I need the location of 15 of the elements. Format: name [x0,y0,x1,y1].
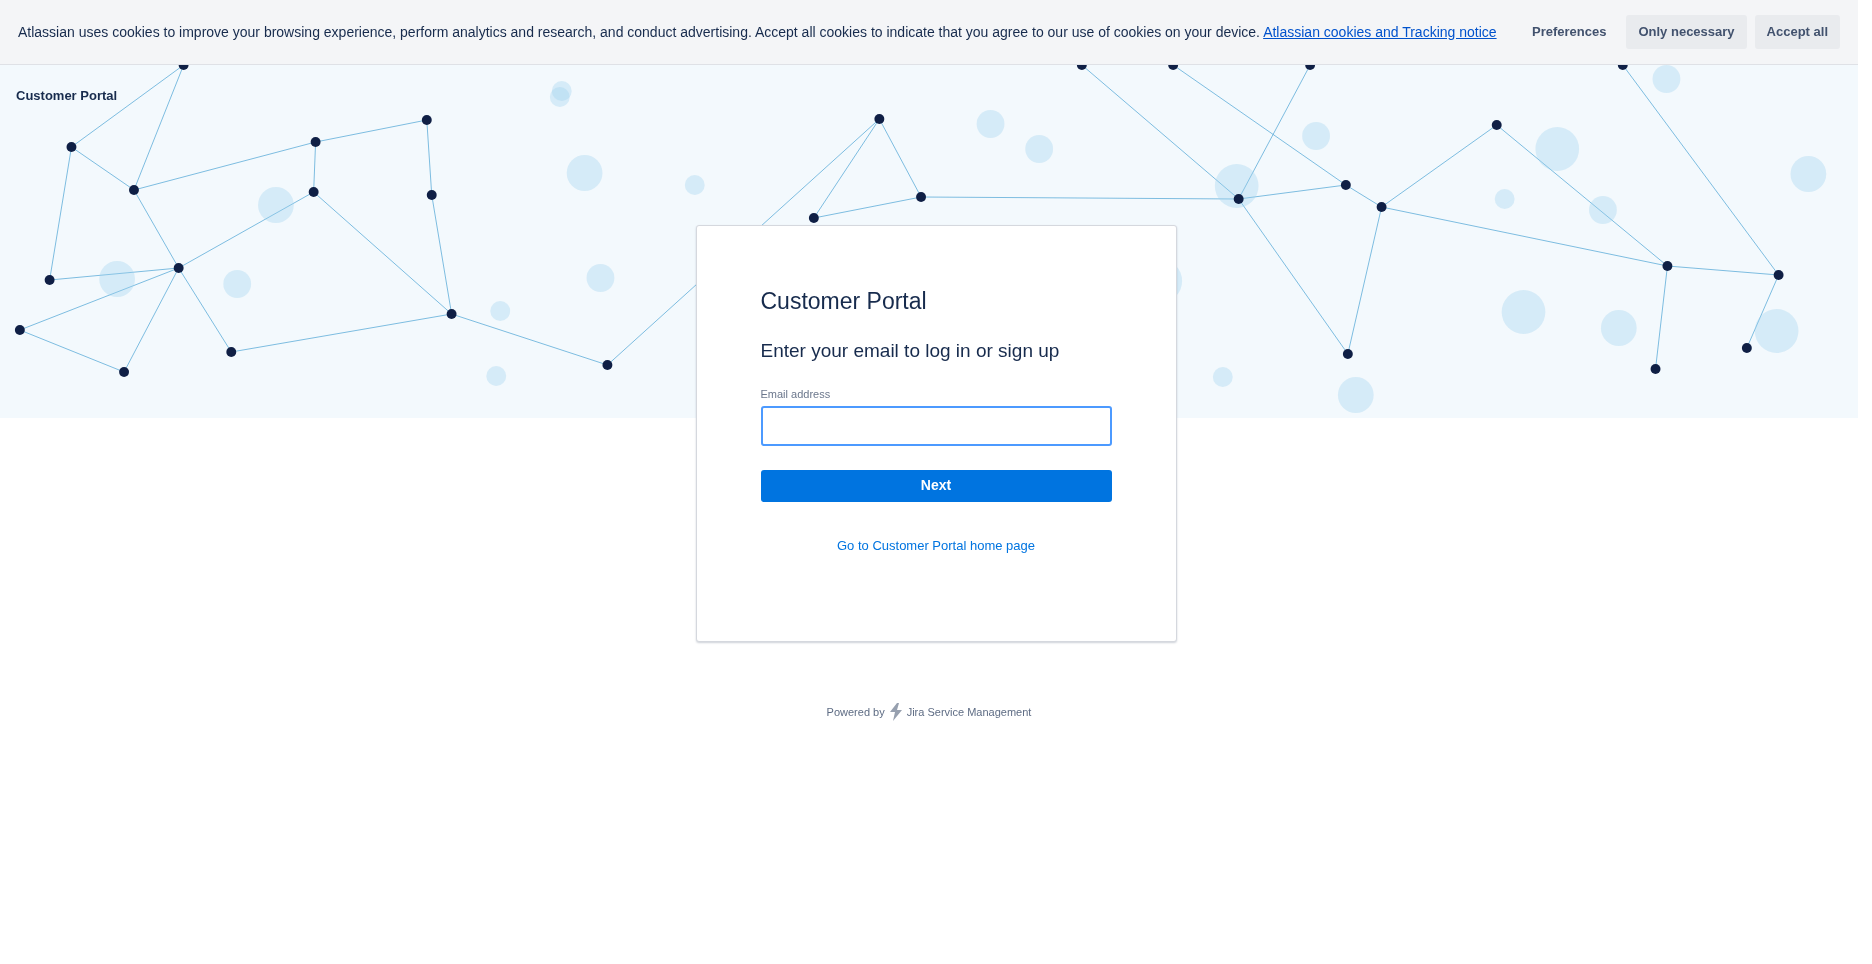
cookie-notice-link[interactable]: Atlassian cookies and Tracking notice [1263,23,1497,40]
portal-title[interactable]: Customer Portal [16,86,118,106]
powered-by-text: Powered by [826,704,885,720]
cookie-message: Atlassian uses cookies to improve your browsing experience, perform analytics and research, and conduct advertising. Accept all cookies to indicate that you agree to our use of cookies on your device. Atlassian cookies and Tracking notice [18,22,1497,42]
lightning-icon [888,703,903,721]
product-name: Jira Service Management [906,704,1032,720]
card-subtitle: Enter your email to log in or sign up [760,339,1061,363]
next-button[interactable]: Next [760,469,1112,502]
email-label: Email address [760,387,832,403]
home-page-link[interactable]: Go to Customer Portal home page [837,535,1035,556]
email-input-field[interactable] [760,405,1112,446]
cookie-button[interactable]: Accept all [1754,15,1840,49]
preferences-button[interactable]: Preferences [1520,15,1619,49]
card-title: Customer Portal [760,288,928,316]
cookie-button[interactable]: Only necessary [1626,15,1747,49]
